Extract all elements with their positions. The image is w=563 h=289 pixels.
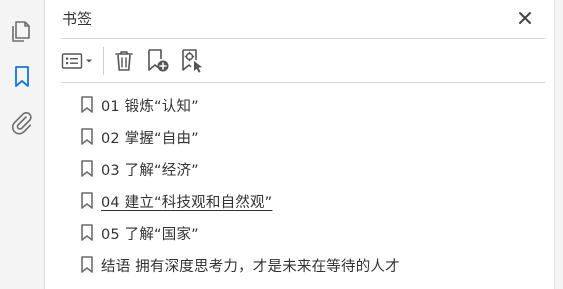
bookmark-icon[interactable] [8, 63, 36, 91]
bookmark-label: 02 掌握“自由” [101, 131, 199, 147]
panel-header: 书签 [61, 0, 545, 39]
pages-icon[interactable] [8, 17, 36, 45]
new-bookmark-button[interactable] [145, 48, 171, 74]
bookmark-label: 结语 拥有深度思考力，才是未来在等待的人才 [101, 259, 400, 275]
bookmark-label: 01 锻炼“认知” [101, 99, 199, 115]
bookmarks-toolbar [61, 39, 545, 83]
bookmark-item[interactable]: 结语 拥有深度思考力，才是未来在等待的人才 [61, 249, 545, 281]
options-menu-icon [61, 53, 92, 69]
bookmark-icon [81, 224, 93, 241]
paperclip-icon[interactable] [8, 109, 36, 137]
navigation-rail [0, 0, 45, 289]
panel-edge [554, 0, 563, 289]
panel-title: 书签 [62, 10, 93, 28]
bookmark-settings-icon [182, 49, 202, 73]
bookmark-label: 03 了解“经济” [101, 163, 199, 179]
bookmark-icon [81, 256, 93, 273]
bookmark-item[interactable]: 01 锻炼“认知” [61, 89, 545, 121]
bookmark-icon [81, 96, 93, 113]
delete-bookmark-button[interactable] [113, 48, 135, 74]
bookmark-item[interactable]: 02 掌握“自由” [61, 121, 545, 153]
add-bookmark-icon [148, 49, 169, 72]
bookmarks-panel: 书签 01 锻炼“认知” 02 掌握“自由” 03 了解“经济” 04 建立“科… [45, 0, 555, 289]
bookmark-icon [81, 160, 93, 177]
close-icon[interactable] [515, 8, 535, 28]
options-menu-button[interactable] [61, 48, 97, 74]
bookmark-item[interactable]: 03 了解“经济” [61, 153, 545, 185]
bookmark-label: 04 建立“科技观和自然观” [101, 195, 273, 211]
bookmark-list: 01 锻炼“认知” 02 掌握“自由” 03 了解“经济” 04 建立“科技观和… [61, 89, 545, 281]
toolbar-divider [103, 47, 104, 75]
bookmark-label: 05 了解“国家” [101, 227, 199, 243]
bookmark-item[interactable]: 05 了解“国家” [61, 217, 545, 249]
bookmark-icon [81, 192, 93, 209]
trash-icon [115, 51, 133, 71]
bookmark-item-hovered[interactable]: 04 建立“科技观和自然观” [61, 185, 545, 217]
bookmarks-pane: 书签 01 锻炼“认知” 02 掌握“自由” 03 了解“经济” 04 建立“科… [0, 0, 563, 289]
bookmark-from-selection-button[interactable] [179, 48, 205, 74]
bookmark-icon [81, 128, 93, 145]
